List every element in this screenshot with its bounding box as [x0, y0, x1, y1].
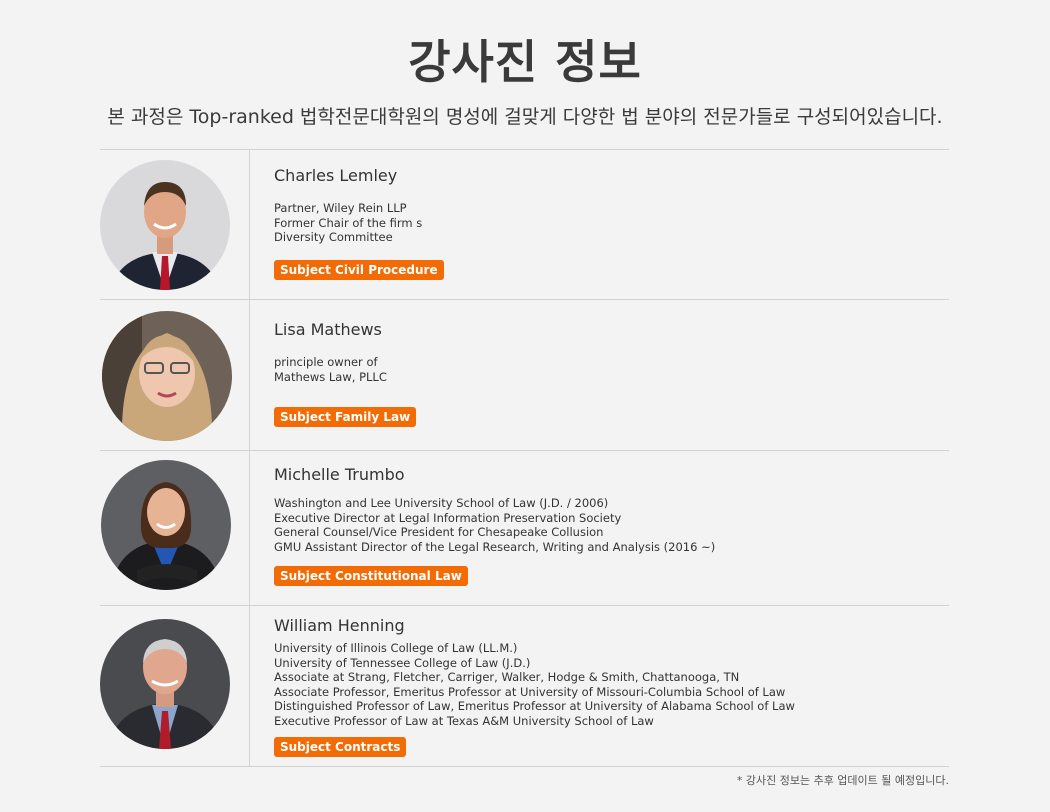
bio-line: Distinguished Professor of Law, Emeritus… — [274, 699, 795, 714]
photo-column — [100, 150, 250, 299]
page-title: 강사진 정보 — [408, 35, 642, 89]
instructor-info: Lisa Mathews principle owner of Mathews … — [250, 300, 949, 450]
bio-line: Associate Professor, Emeritus Professor … — [274, 684, 786, 699]
bio-line: Mathews Law, PLLC — [274, 369, 387, 384]
bio-line: GMU Assistant Director of the Legal Rese… — [274, 539, 716, 554]
instructor-bio: principle owner of Mathews Law, PLLC — [274, 355, 387, 384]
instructor-row: Michelle Trumbo Washington and Lee Unive… — [100, 451, 949, 606]
instructor-name: Lisa Mathews — [274, 320, 382, 339]
subject-badge: Subject Contracts — [274, 737, 407, 757]
bio-line: Former Chair of the firm s — [274, 215, 423, 230]
instructor-bio: University of Illinois College of Law (L… — [274, 641, 795, 729]
instructor-name: Michelle Trumbo — [274, 465, 405, 484]
instructor-row: Lisa Mathews principle owner of Mathews … — [100, 300, 949, 451]
instructor-info: Charles Lemley Partner, Wiley Rein LLP F… — [250, 150, 949, 299]
bio-line: Partner, Wiley Rein LLP — [274, 201, 407, 215]
instructor-photo — [101, 460, 231, 590]
page-subtitle: 본 과정은 Top-ranked 법학전문대학원의 명성에 걸맞게 다양한 법 … — [107, 106, 943, 128]
bio-line: Washington and Lee University School of … — [274, 496, 609, 510]
bio-line: University of Illinois College of Law (L… — [274, 641, 518, 655]
subject-badge: Subject Family Law — [274, 407, 417, 427]
bio-line: University of Tennessee College of Law (… — [274, 655, 531, 670]
photo-column — [100, 451, 250, 605]
bio-line: Executive Director at Legal Information … — [274, 510, 622, 525]
instructor-list: Charles Lemley Partner, Wiley Rein LLP F… — [100, 149, 949, 767]
instructor-bio: Washington and Lee University School of … — [274, 496, 715, 554]
instructor-photo — [100, 619, 230, 749]
bio-line: General Counsel/Vice President for Chesa… — [274, 525, 604, 540]
subject-badge: Subject Civil Procedure — [274, 260, 444, 280]
instructor-info: William Henning University of Illinois C… — [250, 606, 949, 766]
instructor-row: William Henning University of Illinois C… — [100, 606, 949, 767]
photo-column — [100, 606, 250, 766]
instructor-name: Charles Lemley — [274, 166, 398, 185]
bio-line: principle owner of — [274, 355, 378, 369]
footnote: * 강사진 정보는 추후 업데이트 될 예정입니다. — [736, 774, 949, 787]
instructor-info: Michelle Trumbo Washington and Lee Unive… — [250, 451, 949, 605]
instructor-photo — [102, 311, 232, 441]
instructor-photo — [100, 160, 230, 290]
subject-badge: Subject Constitutional Law — [274, 566, 468, 586]
bio-line: Executive Professor of Law at Texas A&M … — [274, 713, 654, 728]
instructor-name: William Henning — [274, 616, 405, 635]
instructor-bio: Partner, Wiley Rein LLP Former Chair of … — [274, 201, 422, 245]
instructor-row: Charles Lemley Partner, Wiley Rein LLP F… — [100, 150, 949, 300]
photo-column — [100, 300, 250, 450]
bio-line: Diversity Committee — [274, 230, 393, 245]
bio-line: Associate at Strang, Fletcher, Carriger,… — [274, 670, 740, 685]
